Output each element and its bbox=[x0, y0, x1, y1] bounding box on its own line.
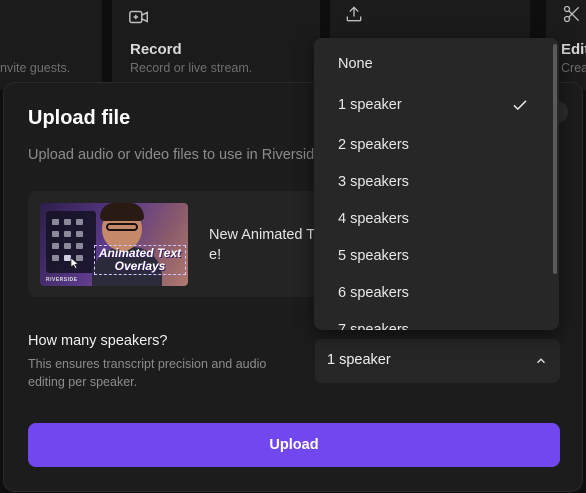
option-4-speakers[interactable]: 4 speakers bbox=[314, 204, 549, 234]
cursor-icon bbox=[70, 257, 80, 269]
speakers-select[interactable]: 1 speaker bbox=[315, 339, 560, 383]
thumbnail-brand: RIVERSIDE bbox=[46, 277, 78, 283]
record-card[interactable]: Record Record or live stream. bbox=[112, 0, 320, 90]
checkmark-icon bbox=[513, 100, 527, 111]
speakers-dropdown[interactable]: None 1 speaker 2 speakers 3 speakers 4 s… bbox=[314, 38, 559, 330]
invite-card[interactable]: nvite guests. bbox=[0, 0, 102, 90]
modal-title: Upload file bbox=[28, 107, 131, 129]
edit-card-title: Edit bbox=[561, 41, 586, 58]
record-card-title: Record bbox=[130, 41, 182, 58]
option-7-speakers[interactable]: 7 speakers bbox=[314, 315, 549, 330]
speakers-question: How many speakers? bbox=[28, 333, 168, 349]
option-3-speakers[interactable]: 3 speakers bbox=[314, 167, 549, 197]
edit-card-subtitle: Crea bbox=[561, 61, 586, 75]
upload-button[interactable]: Upload bbox=[28, 423, 560, 467]
option-5-speakers[interactable]: 5 speakers bbox=[314, 241, 549, 271]
upload-button-label: Upload bbox=[269, 437, 319, 453]
scissors-icon bbox=[563, 5, 580, 23]
thumbnail-person-glasses bbox=[106, 223, 138, 231]
speakers-select-value: 1 speaker bbox=[327, 352, 391, 368]
modal-description: Upload audio or video files to use in Ri… bbox=[28, 147, 323, 163]
option-6-speakers[interactable]: 6 speakers bbox=[314, 278, 549, 308]
option-none[interactable]: None bbox=[314, 49, 549, 79]
upload-icon bbox=[346, 6, 362, 22]
dropdown-scrollbar[interactable] bbox=[553, 44, 557, 274]
record-card-subtitle: Record or live stream. bbox=[130, 61, 253, 75]
thumbnail-person-hair bbox=[100, 203, 144, 221]
invite-card-subtitle: nvite guests. bbox=[0, 61, 71, 75]
thumbnail-caption: Animated Text Overlays bbox=[94, 245, 186, 275]
promo-banner[interactable]: Animated Text Overlays RIVERSIDE New Ani… bbox=[28, 191, 358, 297]
chevron-up-icon bbox=[537, 358, 545, 364]
option-1-speaker[interactable]: 1 speaker bbox=[314, 90, 549, 120]
speakers-hint: This ensures transcript precision and au… bbox=[28, 357, 267, 389]
video-plus-icon bbox=[129, 10, 148, 24]
promo-thumbnail: Animated Text Overlays RIVERSIDE bbox=[40, 203, 188, 286]
option-2-speakers[interactable]: 2 speakers bbox=[314, 130, 549, 160]
